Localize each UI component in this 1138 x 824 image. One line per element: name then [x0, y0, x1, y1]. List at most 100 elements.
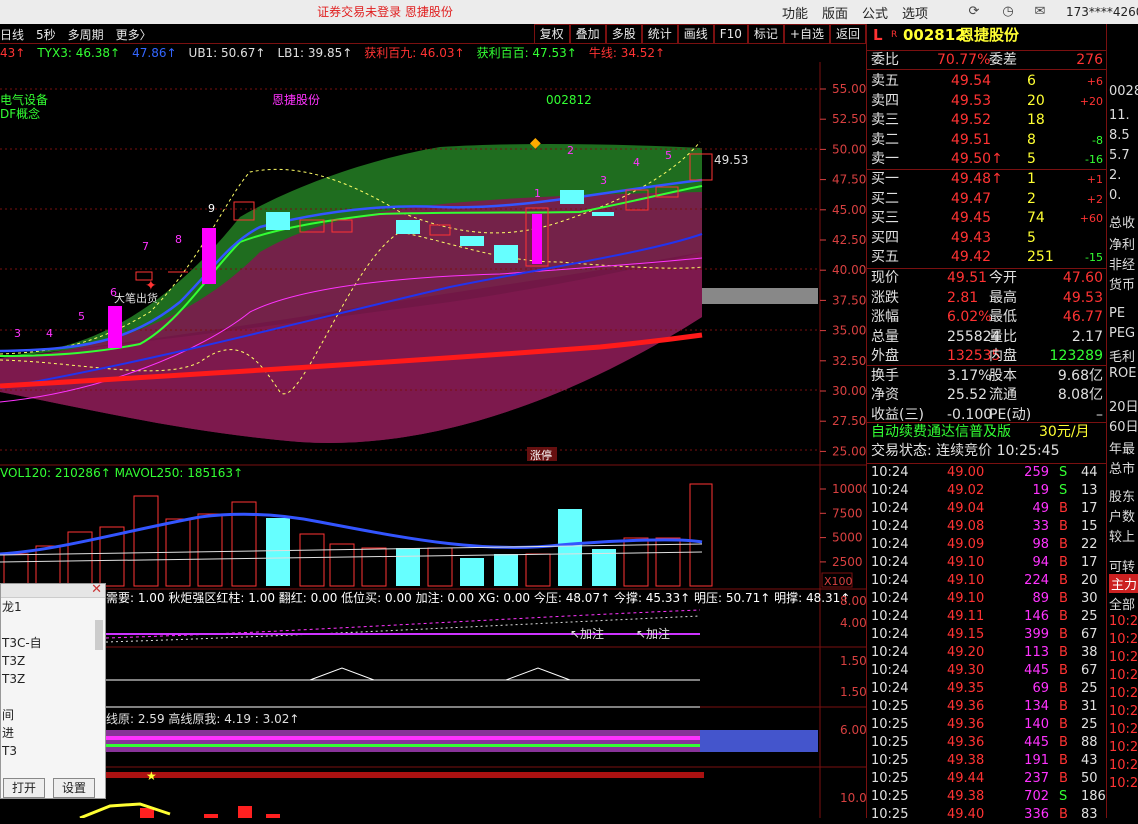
right-panel-item: 10:2 [1109, 668, 1138, 683]
stats-button[interactable]: 统计 [641, 24, 678, 44]
tick-row: 10:25 49.36 445 B 88 [867, 734, 1107, 752]
asks-row-4[interactable]: 卖一 49.50↑ 5 -16 [867, 150, 1107, 170]
tick-volume: 49 [1032, 501, 1049, 516]
formula-item[interactable] [1, 616, 105, 634]
right-panel-item: 20日 [1109, 400, 1138, 415]
menu-formula[interactable]: 公式 [862, 3, 888, 22]
scrollbar[interactable] [95, 620, 103, 650]
tick-side: S [1059, 789, 1068, 804]
quote-panel: L R 002812 恩捷股份 委比 70.77% 委差 276 自动续费通达信… [866, 24, 1107, 822]
kline-chart[interactable]: 3 4 5 6 7 8 9 1 2 3 4 5 电气设备 DF概念 恩捷股份 0… [0, 62, 870, 818]
volume-bar [299, 533, 325, 587]
tick-price: 49.38 [947, 753, 985, 768]
tick-time: 10:24 [871, 483, 909, 498]
book-divider [867, 169, 1107, 170]
back-button[interactable]: 返回 [829, 24, 866, 44]
title-bar: 证券交易未登录 恩捷股份 功能 版面 公式 选项 ⟳ ◷ ✉ 173****42… [0, 0, 1138, 24]
formula-item[interactable] [1, 688, 105, 706]
overlay-button[interactable]: 叠加 [569, 24, 606, 44]
user-account[interactable]: 173****4260 [1066, 0, 1138, 24]
price-tick: 30.00 [832, 384, 866, 398]
period-5s[interactable]: 5秒 [36, 26, 56, 43]
settings-button[interactable]: 设置 [53, 778, 95, 798]
formula-item[interactable]: 间 [1, 706, 105, 724]
f10-button[interactable]: F10 [713, 24, 748, 44]
bids-price: 49.45 [951, 210, 992, 226]
right-panel-item: 10:2 [1109, 776, 1138, 791]
tick-volume: 19 [1032, 483, 1049, 498]
menu-options[interactable]: 选项 [902, 3, 928, 22]
right-panel-item: ROE [1109, 366, 1137, 381]
mark-button[interactable]: 标记 [747, 24, 784, 44]
formula-item[interactable]: 进 [1, 724, 105, 742]
tick-price: 49.10 [947, 573, 985, 588]
tick-time: 10:24 [871, 591, 909, 606]
stats-divider [867, 268, 1107, 269]
multi-stock-button[interactable]: 多股 [605, 24, 642, 44]
tick-volume: 89 [1032, 591, 1049, 606]
bids-row-3[interactable]: 买四 49.43 5 [867, 229, 1107, 249]
stat-label: 量比 [989, 328, 1017, 345]
bids-row-4[interactable]: 买五 49.42 251 -15 [867, 248, 1107, 268]
volume-tick: 5000 [832, 531, 863, 545]
tick-side: B [1059, 771, 1068, 786]
open-button[interactable]: 打开 [3, 778, 45, 798]
clock-icon[interactable]: ◷ [1000, 4, 1016, 20]
tick-row: 10:24 49.10 224 B 20 [867, 572, 1107, 590]
right-panel-item: 较上 [1109, 530, 1136, 545]
add-watchlist-button[interactable]: +自选 [783, 24, 830, 44]
indicator2-line: 需要: 1.00 秋炬强区红柱: 1.00 翻红: 0.00 低位买: 0.00… [106, 590, 850, 605]
tick-row: 10:24 49.15 399 B 67 [867, 626, 1107, 644]
asks-price: 49.52 [951, 112, 992, 128]
formula-item[interactable]: T3C-自 [1, 634, 105, 652]
formula-list[interactable]: 龙1 T3C-自 T3Z T3Z 间进 T3 [1, 598, 105, 760]
indicator-tick: 6.00 [840, 723, 867, 737]
right-panel-item: 8.5 [1109, 128, 1130, 143]
right-panel-item: PE [1109, 306, 1126, 321]
asks-row-1[interactable]: 卖四 49.53 20 +20 [867, 92, 1107, 112]
multi-period[interactable]: 多周期 [68, 26, 104, 43]
tick-time: 10:24 [871, 645, 909, 660]
asks-delta: +6 [1086, 75, 1103, 88]
bar-number: 1 [534, 187, 541, 200]
tick-side: B [1059, 591, 1068, 606]
bids-label: 买四 [871, 229, 899, 246]
asks-row-0[interactable]: 卖五 49.54 6 +6 [867, 72, 1107, 92]
tick-row: 10:24 49.35 69 B 25 [867, 680, 1107, 698]
indicator-value: UB1: 50.67↑ [188, 46, 266, 60]
stat-value: 25.52 [947, 387, 988, 403]
menu-layout[interactable]: 版面 [822, 3, 848, 22]
formula-item[interactable]: T3Z [1, 670, 105, 688]
fuquan-button[interactable]: 复权 [533, 24, 570, 44]
asks-row-3[interactable]: 卖二 49.51 8 -8 [867, 131, 1107, 151]
volume-bar [592, 549, 616, 586]
asks-delta: -16 [1085, 153, 1103, 166]
formula-item[interactable]: T3 [1, 742, 105, 760]
refresh-icon[interactable]: ⟳ [966, 4, 982, 20]
tick-row: 10:24 49.00 259 S 44 [867, 464, 1107, 482]
asks-row-2[interactable]: 卖三 49.52 18 [867, 111, 1107, 131]
bids-row-1[interactable]: 买二 49.47 2 +2 [867, 190, 1107, 210]
more-menu[interactable]: 更多〉 [116, 26, 152, 43]
tick-volume: 399 [1024, 627, 1049, 642]
bids-row-2[interactable]: 买三 49.45 74 +60 [867, 209, 1107, 229]
formula-item[interactable]: 龙1 [1, 598, 105, 616]
band-middle [0, 192, 702, 443]
asks-label: 卖四 [871, 92, 899, 109]
draw-line-button[interactable]: 画线 [677, 24, 714, 44]
tick-count: 186 [1081, 789, 1106, 804]
close-icon[interactable]: ✕ [91, 582, 102, 597]
menu-function[interactable]: 功能 [782, 3, 808, 22]
formula-item[interactable]: T3Z [1, 652, 105, 670]
menu-bar: 功能 版面 公式 选项 [782, 0, 928, 24]
stock-code: 002812 [903, 26, 966, 44]
bids-row-0[interactable]: 买一 49.48↑ 1 +1 [867, 170, 1107, 190]
tick-side: B [1059, 555, 1068, 570]
period-daily[interactable]: 日线 [0, 26, 24, 43]
bar-number: 8 [175, 233, 182, 246]
stat-label: 总量 [871, 328, 899, 345]
price-tick: 32.50 [832, 354, 866, 368]
tick-time: 10:24 [871, 537, 909, 552]
mail-icon[interactable]: ✉ [1032, 4, 1048, 20]
tick-price: 49.35 [947, 681, 985, 696]
